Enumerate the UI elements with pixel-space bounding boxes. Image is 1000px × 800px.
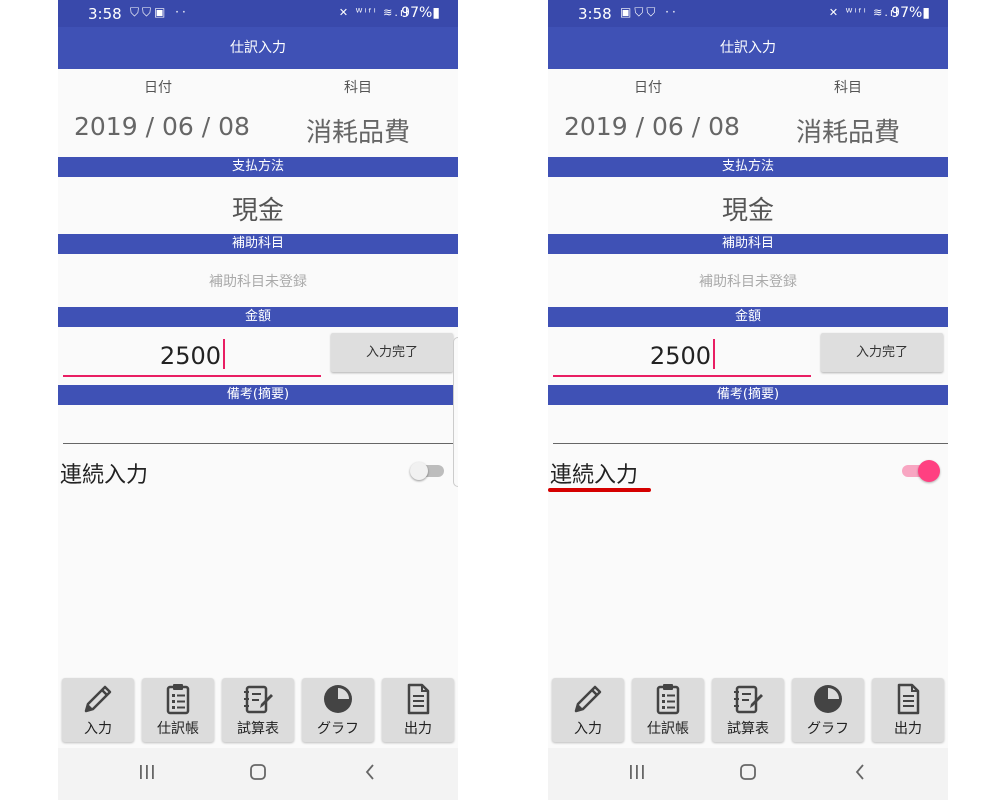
amount-value: 2500 [159, 342, 221, 370]
system-navigation-bar [58, 748, 458, 800]
account-value[interactable]: 消耗品費 [306, 112, 410, 149]
subaccount-value[interactable]: 補助科目未登録 [548, 271, 948, 291]
signal-icons: ✕ ᵂⁱᶠⁱ ≋.ıl [338, 6, 410, 19]
recent-apps-icon[interactable] [628, 762, 646, 782]
input-complete-button[interactable]: 入力完了 [821, 333, 943, 372]
pencil-icon [84, 685, 112, 713]
nav-graph-button[interactable]: グラフ [302, 678, 374, 742]
input-complete-button[interactable]: 入力完了 [331, 333, 453, 372]
continuous-input-label: 連続入力 [550, 463, 639, 488]
ledger-edit-icon [734, 685, 763, 714]
notification-icons: ▣⛉⛉ ·· [620, 5, 679, 19]
bottom-navigation: 入力 仕訳帳 試算表 グラフ 出力 [62, 678, 454, 742]
date-value[interactable]: 2019 / 06 / 08 [74, 112, 250, 141]
app-bar-title: 仕訳入力 [548, 27, 948, 69]
pie-chart-icon [814, 685, 842, 713]
subaccount-value[interactable]: 補助科目未登録 [58, 271, 458, 291]
memo-input[interactable] [553, 405, 948, 444]
nav-journal-button[interactable]: 仕訳帳 [632, 678, 704, 742]
bottom-navigation: 入力 仕訳帳 試算表 グラフ 出力 [552, 678, 944, 742]
nav-output-button[interactable]: 出力 [382, 678, 454, 742]
amount-input[interactable]: 2500 [63, 333, 321, 377]
nav-trial-balance-label: 試算表 [237, 721, 279, 737]
phone-screen-toggle-off: 3:58 ⛉⛉▣ ·· ✕ ᵂⁱᶠⁱ ≋.ıl 97%▮ 仕訳入力 日付 科目 … [58, 0, 458, 800]
continuous-input-toggle[interactable] [902, 460, 940, 482]
battery-indicator: 97%▮ [891, 5, 930, 21]
date-label: 日付 [634, 80, 662, 96]
nav-output-label: 出力 [894, 721, 922, 737]
back-icon[interactable] [852, 762, 868, 782]
nav-graph-label: グラフ [807, 721, 849, 737]
nav-trial-balance-label: 試算表 [727, 721, 769, 737]
nav-journal-label: 仕訳帳 [157, 721, 199, 737]
ledger-edit-icon [244, 685, 273, 714]
phone-screen-toggle-on: 3:58 ▣⛉⛉ ·· ✕ ᵂⁱᶠⁱ ≋.ıl 97%▮ 仕訳入力 日付 科目 … [548, 0, 948, 800]
account-value[interactable]: 消耗品費 [796, 112, 900, 149]
nav-graph-button[interactable]: グラフ [792, 678, 864, 742]
nav-trial-balance-button[interactable]: 試算表 [712, 678, 784, 742]
back-icon[interactable] [362, 762, 378, 782]
payment-method-value[interactable]: 現金 [548, 190, 948, 227]
home-icon[interactable] [738, 762, 758, 782]
amount-value: 2500 [649, 342, 711, 370]
memo-input[interactable] [63, 405, 458, 444]
payment-method-header: 支払方法 [58, 157, 458, 177]
memo-header: 備考(摘要) [58, 385, 458, 405]
notification-icons: ⛉⛉▣ ·· [130, 5, 189, 19]
app-bar-title: 仕訳入力 [58, 27, 458, 69]
text-cursor [223, 339, 225, 369]
highlight-underline [548, 488, 651, 492]
continuous-input-label: 連続入力 [60, 463, 149, 488]
nav-input-label: 入力 [574, 721, 602, 737]
edge-panel-handle[interactable] [453, 337, 458, 487]
nav-graph-label: グラフ [317, 721, 359, 737]
recent-apps-icon[interactable] [138, 762, 156, 782]
nav-journal-label: 仕訳帳 [647, 721, 689, 737]
account-label: 科目 [834, 80, 862, 96]
toggle-thumb [918, 460, 940, 482]
nav-trial-balance-button[interactable]: 試算表 [222, 678, 294, 742]
subaccount-header: 補助科目 [548, 234, 948, 254]
nav-input-label: 入力 [84, 721, 112, 737]
signal-icons: ✕ ᵂⁱᶠⁱ ≋.ıl [828, 6, 900, 19]
amount-input[interactable]: 2500 [553, 333, 811, 377]
amount-header: 金額 [548, 307, 948, 327]
nav-input-button[interactable]: 入力 [62, 678, 134, 742]
status-time: 3:58 [578, 5, 612, 23]
payment-method-header: 支払方法 [548, 157, 948, 177]
date-label: 日付 [144, 80, 172, 96]
subaccount-header: 補助科目 [58, 234, 458, 254]
nav-journal-button[interactable]: 仕訳帳 [142, 678, 214, 742]
nav-input-button[interactable]: 入力 [552, 678, 624, 742]
pie-chart-icon [324, 685, 352, 713]
pencil-icon [574, 685, 602, 713]
document-icon [407, 683, 430, 715]
battery-indicator: 97%▮ [401, 5, 440, 21]
text-cursor [713, 339, 715, 369]
payment-method-value[interactable]: 現金 [58, 190, 458, 227]
toggle-thumb [410, 462, 428, 480]
continuous-input-toggle[interactable] [410, 462, 444, 480]
home-icon[interactable] [248, 762, 268, 782]
amount-header: 金額 [58, 307, 458, 327]
status-time: 3:58 [88, 5, 122, 23]
clipboard-list-icon [166, 684, 190, 715]
account-label: 科目 [344, 80, 372, 96]
system-navigation-bar [548, 748, 948, 800]
date-value[interactable]: 2019 / 06 / 08 [564, 112, 740, 141]
status-bar: 3:58 ▣⛉⛉ ·· ✕ ᵂⁱᶠⁱ ≋.ıl 97%▮ [548, 0, 948, 27]
nav-output-label: 出力 [404, 721, 432, 737]
memo-header: 備考(摘要) [548, 385, 948, 405]
status-bar: 3:58 ⛉⛉▣ ·· ✕ ᵂⁱᶠⁱ ≋.ıl 97%▮ [58, 0, 458, 27]
nav-output-button[interactable]: 出力 [872, 678, 944, 742]
clipboard-list-icon [656, 684, 680, 715]
document-icon [897, 683, 920, 715]
